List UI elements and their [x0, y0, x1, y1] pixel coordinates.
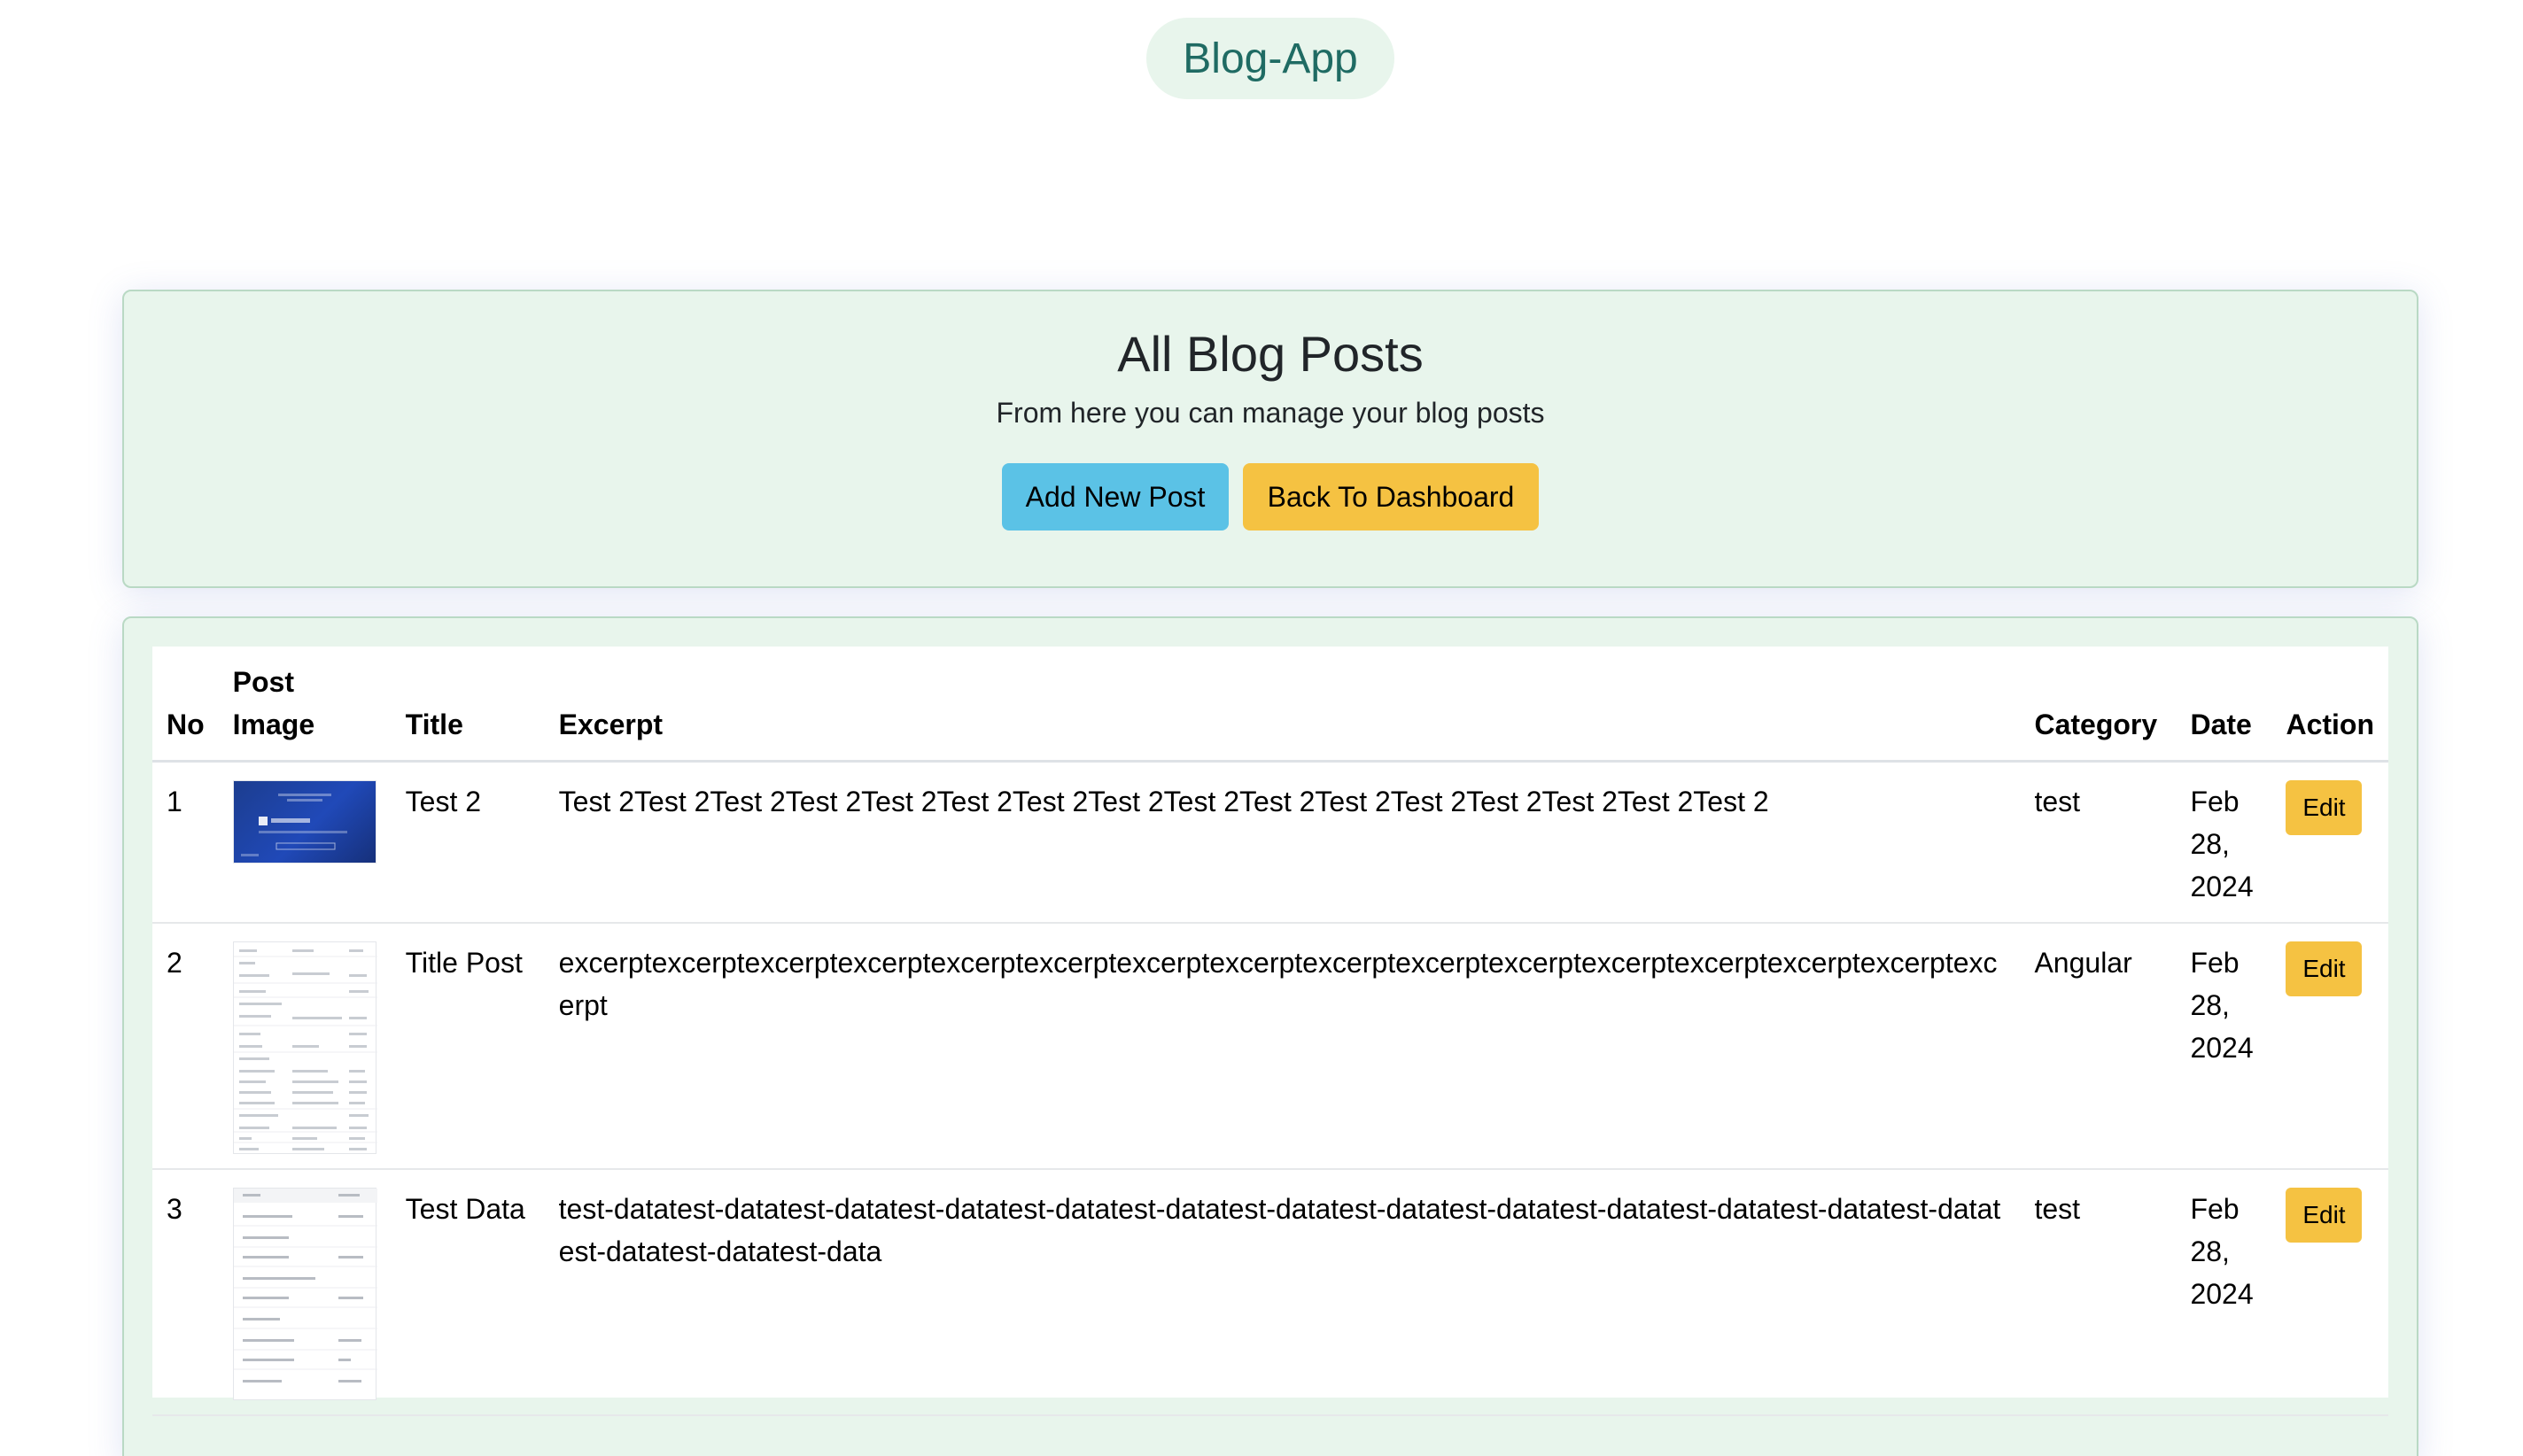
post-date-month: Feb [2190, 1193, 2240, 1225]
thumbnail-graphic [240, 794, 347, 856]
page-title: All Blog Posts [1117, 326, 1424, 382]
post-date: Feb 28, 2024 [2176, 1169, 2272, 1416]
post-excerpt: Test 2Test 2Test 2Test 2Test 2Test 2Test… [544, 761, 2021, 924]
post-date-year: 2024 [2190, 871, 2254, 902]
add-new-post-button[interactable]: Add New Post [1002, 463, 1229, 531]
post-excerpt: test-datatest-datatest-datatest-datatest… [544, 1169, 2021, 1416]
row-number: 1 [152, 761, 219, 924]
post-date-month: Feb [2190, 786, 2240, 817]
post-date-day: 28, [2190, 828, 2230, 860]
posts-table-card: No Post Image Title Excerpt Category Dat… [122, 616, 2418, 1456]
table-row: 1 Test 2 Test 2Test 2Test 2Test 2Test 2T… [152, 761, 2388, 924]
page-header-card: All Blog Posts From here you can manage … [122, 290, 2418, 588]
post-excerpt: excerptexcerptexcerptexcerptexcerptexcer… [544, 923, 2021, 1170]
row-number: 2 [152, 923, 219, 1170]
post-title: Title Post [391, 923, 545, 1170]
thumbnail-graphic [233, 949, 377, 1150]
page-root: Blog-App All Blog Posts From here you ca… [0, 0, 2523, 1456]
table-header-row: No Post Image Title Excerpt Category Dat… [152, 647, 2388, 763]
posts-table: No Post Image Title Excerpt Category Dat… [152, 647, 2388, 1416]
column-header-post-image: Post Image [218, 647, 392, 763]
table-row: 2 Title Post excerptexcerptexcerptexcerp… [152, 923, 2388, 1170]
post-date-day: 28, [2190, 989, 2230, 1021]
post-thumbnail[interactable] [232, 941, 377, 1154]
column-header-post-image-line1: Post [232, 666, 294, 698]
row-number: 3 [152, 1169, 219, 1416]
table-row: 3 Test Data test-datatest-datatest-datat… [152, 1169, 2388, 1416]
brand-logo[interactable]: Blog-App [1146, 18, 1394, 99]
page-subtitle: From here you can manage your blog posts [996, 397, 1545, 429]
post-category: test [2020, 761, 2177, 924]
action-cell: Edit [2271, 1169, 2388, 1416]
post-date-day: 28, [2190, 1235, 2230, 1267]
edit-button[interactable]: Edit [2286, 1188, 2363, 1243]
edit-button[interactable]: Edit [2286, 780, 2363, 835]
post-category: Angular [2020, 923, 2177, 1170]
action-cell: Edit [2271, 923, 2388, 1170]
action-cell: Edit [2271, 761, 2388, 924]
post-date: Feb 28, 2024 [2176, 923, 2272, 1170]
column-header-title: Title [391, 647, 545, 763]
header-actions: Add New Post Back To Dashboard [124, 463, 2417, 531]
post-date: Feb 28, 2024 [2176, 761, 2272, 924]
column-header-post-image-line2: Image [232, 709, 315, 740]
thumbnail-graphic [233, 1189, 377, 1382]
post-title: Test Data [391, 1169, 545, 1416]
post-image-cell [218, 761, 392, 924]
column-header-excerpt: Excerpt [544, 647, 2021, 763]
column-header-no: No [152, 647, 219, 763]
post-thumbnail[interactable] [232, 1188, 377, 1400]
post-thumbnail[interactable] [232, 780, 377, 864]
back-to-dashboard-button[interactable]: Back To Dashboard [1243, 463, 1539, 531]
post-image-cell [218, 1169, 392, 1416]
column-header-action: Action [2271, 647, 2388, 763]
post-date-year: 2024 [2190, 1278, 2254, 1310]
post-date-month: Feb [2190, 947, 2240, 979]
post-title: Test 2 [391, 761, 545, 924]
posts-table-wrapper: No Post Image Title Excerpt Category Dat… [152, 647, 2388, 1416]
edit-button[interactable]: Edit [2286, 941, 2363, 996]
column-header-date: Date [2176, 647, 2272, 763]
post-image-cell [218, 923, 392, 1170]
column-header-category: Category [2020, 647, 2177, 763]
post-category: test [2020, 1169, 2177, 1416]
post-date-year: 2024 [2190, 1032, 2254, 1064]
